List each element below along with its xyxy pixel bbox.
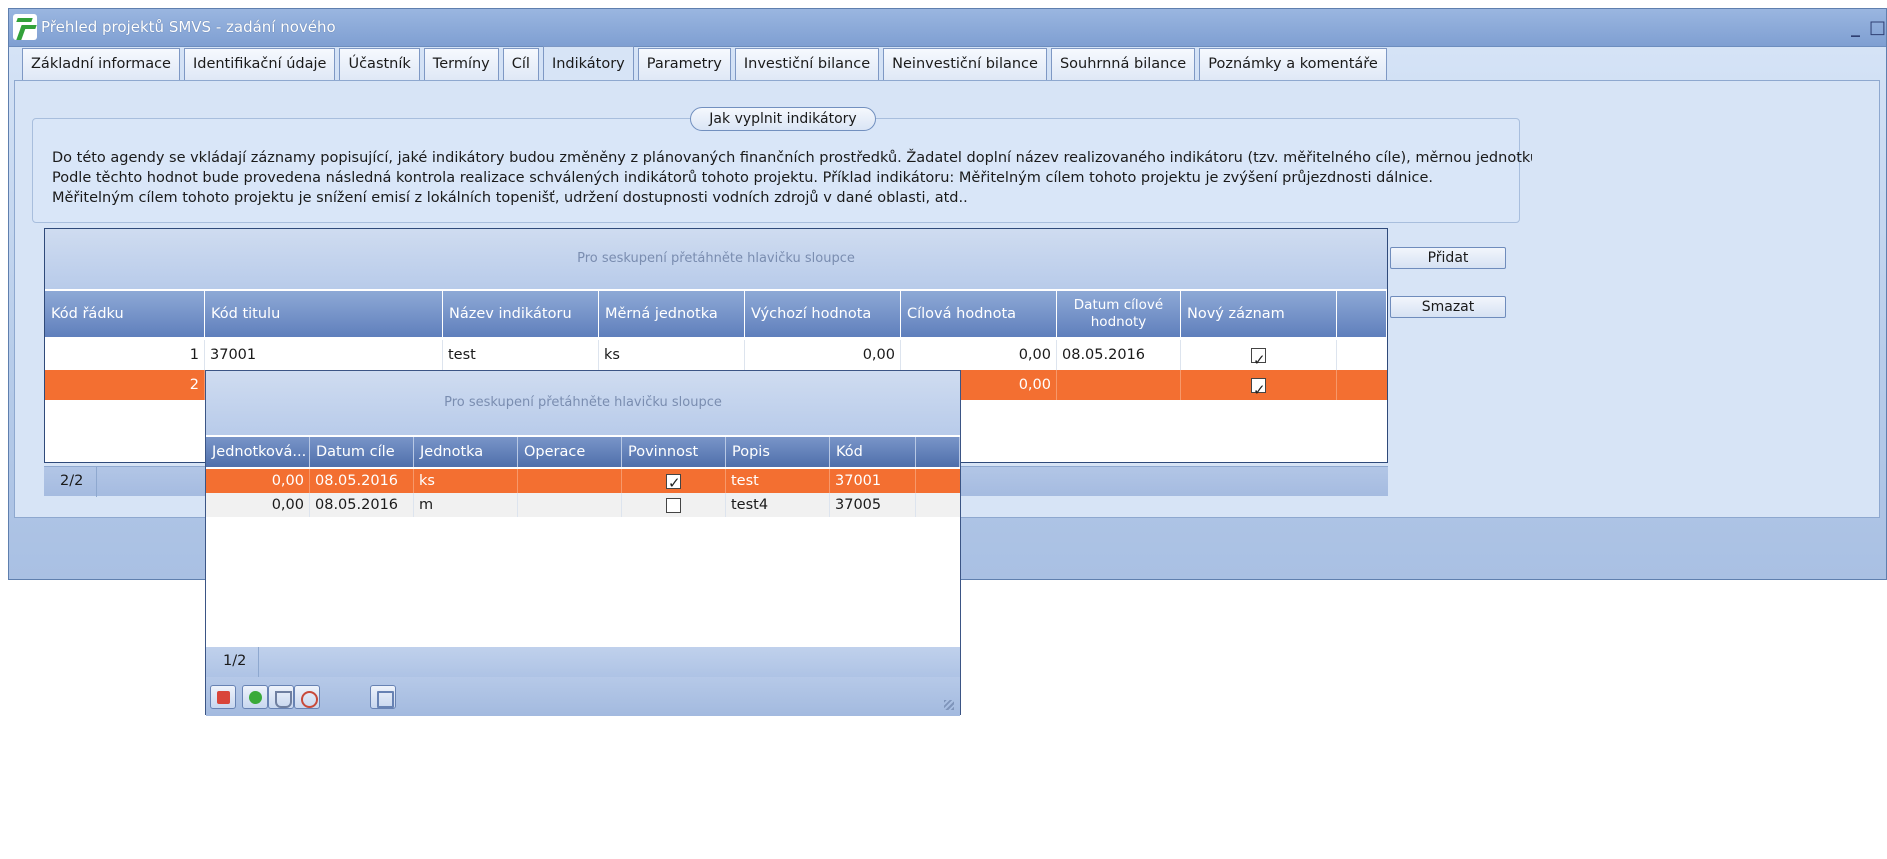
popup-grid-header: Jednotková... Datum cíle Jednotka Operac…: [206, 437, 960, 467]
col-kod-titulu[interactable]: Kód titulu: [205, 291, 443, 337]
group-panel[interactable]: Pro seskupení přetáhněte hlavičku sloupc…: [45, 229, 1387, 289]
delete-button[interactable]: Smazat: [1390, 296, 1506, 318]
refresh-icon[interactable]: [242, 685, 268, 709]
window-title: Přehled projektů SMVS - zadání nového: [41, 18, 336, 36]
cell-datum: 08.05.2016: [1057, 340, 1181, 370]
maximize-button[interactable]: □: [1869, 17, 1886, 38]
add-button[interactable]: Přidat: [1390, 247, 1506, 269]
popup-pager-divider: [258, 647, 259, 677]
cell-jednotkova: 0,00: [206, 493, 310, 517]
tab-terminy[interactable]: Termíny: [423, 48, 499, 80]
tab-neinvesticni-bilance[interactable]: Neinvestiční bilance: [883, 48, 1047, 80]
minimize-button[interactable]: _: [1851, 17, 1860, 38]
cell-novy: [1181, 370, 1337, 400]
table-row[interactable]: 1 37001 test ks 0,00 0,00 08.05.2016: [45, 340, 1387, 370]
tab-ucastnik[interactable]: Účastník: [339, 48, 420, 80]
col-jednotka[interactable]: Jednotka: [414, 437, 518, 467]
col-operace[interactable]: Operace: [518, 437, 622, 467]
col-datum-cile[interactable]: Datum cíle: [310, 437, 414, 467]
cell-povinnost: [622, 469, 726, 493]
popup-row[interactable]: 0,00 08.05.2016 m test4 37005: [206, 493, 960, 517]
col-novy-zaznam[interactable]: Nový záznam: [1181, 291, 1337, 337]
title-bar: Přehled projektů SMVS - zadání nového _ …: [9, 9, 1886, 47]
cell-kod: 37001: [830, 469, 916, 493]
tab-poznamky-a-komentare[interactable]: Poznámky a komentáře: [1199, 48, 1387, 80]
filter-icon[interactable]: [268, 685, 294, 709]
col-spacer: [916, 437, 960, 467]
cell-nazev: test: [443, 340, 599, 370]
cell-kod-radku: 2: [45, 370, 205, 400]
tab-zakladni-informace[interactable]: Základní informace: [22, 48, 180, 80]
col-popis[interactable]: Popis: [726, 437, 830, 467]
tab-investicni-bilance[interactable]: Investiční bilance: [734, 48, 880, 80]
clear-filter-icon[interactable]: [294, 685, 320, 709]
cell-popis: test: [726, 469, 830, 493]
novy-zaznam-checkbox[interactable]: [1251, 375, 1266, 400]
tab-bar: Základní informace Identifikační údaje Ú…: [22, 46, 1391, 80]
pager-divider: [96, 467, 97, 497]
info-text: Do této agendy se vkládají záznamy popis…: [52, 148, 1532, 208]
tab-parametry[interactable]: Parametry: [637, 48, 731, 80]
cell-jednotka: m: [414, 493, 518, 517]
cell-kod: 37005: [830, 493, 916, 517]
cell-jednotka: ks: [599, 340, 745, 370]
popup-group-panel[interactable]: Pro seskupení přetáhněte hlavičku sloupc…: [206, 371, 960, 435]
tab-cil[interactable]: Cíl: [502, 48, 539, 80]
povinnost-checkbox[interactable]: [666, 471, 681, 493]
popup-pager-text: 1/2: [223, 653, 247, 669]
col-vychozi-hodnota[interactable]: Výchozí hodnota: [745, 291, 901, 337]
lookup-popup: Pro seskupení přetáhněte hlavičku sloupc…: [205, 370, 961, 716]
cell-jednotka: ks: [414, 469, 518, 493]
col-datum-cilove-hodnoty[interactable]: Datum cílové hodnoty: [1057, 291, 1181, 337]
popup-row-selected[interactable]: 0,00 08.05.2016 ks test 37001: [206, 469, 960, 493]
col-povinnost[interactable]: Povinnost: [622, 437, 726, 467]
info-line-3: Měřitelným cílem tohoto projektu je sníž…: [52, 190, 968, 206]
cell-popis: test4: [726, 493, 830, 517]
cell-povinnost: [622, 493, 726, 517]
col-spacer: [1337, 291, 1387, 337]
info-line-1: Do této agendy se vkládají záznamy popis…: [52, 150, 1532, 166]
how-to-fill-button[interactable]: Jak vyplnit indikátory: [690, 107, 876, 131]
cell-datum-cile: 08.05.2016: [310, 493, 414, 517]
tab-identifikacni-udaje[interactable]: Identifikační údaje: [183, 48, 336, 80]
col-nazev-indikatoru[interactable]: Název indikátoru: [443, 291, 599, 337]
columns-icon[interactable]: [370, 685, 396, 709]
cell-vychozi: 0,00: [745, 340, 901, 370]
delete-icon[interactable]: [210, 685, 236, 709]
resize-grip-icon[interactable]: [944, 700, 954, 710]
popup-pager: 1/2: [206, 647, 960, 677]
cell-datum: [1057, 370, 1181, 400]
info-line-2: Podle těchto hodnot bude provedena násle…: [52, 170, 1434, 186]
col-jednotkova[interactable]: Jednotková...: [206, 437, 310, 467]
cell-kod-radku: 1: [45, 340, 205, 370]
cell-cilova: 0,00: [901, 340, 1057, 370]
col-merna-jednotka[interactable]: Měrná jednotka: [599, 291, 745, 337]
cell-kod-titulu: 37001: [205, 340, 443, 370]
cell-jednotkova: 0,00: [206, 469, 310, 493]
grid-header: Kód řádku Kód titulu Název indikátoru Mě…: [45, 291, 1387, 337]
app-logo-icon: [13, 14, 37, 40]
cell-operace: [518, 493, 622, 517]
tab-souhrnna-bilance[interactable]: Souhrnná bilance: [1050, 48, 1196, 80]
cell-datum-cile: 08.05.2016: [310, 469, 414, 493]
cell-novy: [1181, 340, 1337, 370]
pager-text: 2/2: [60, 473, 84, 489]
novy-zaznam-checkbox[interactable]: [1251, 345, 1266, 370]
povinnost-checkbox[interactable]: [666, 497, 681, 513]
col-cilova-hodnota[interactable]: Cílová hodnota: [901, 291, 1057, 337]
tab-indikatory[interactable]: Indikátory: [542, 46, 634, 80]
cell-operace: [518, 469, 622, 493]
popup-toolbar: [206, 677, 960, 716]
col-kod[interactable]: Kód: [830, 437, 916, 467]
col-kod-radku[interactable]: Kód řádku: [45, 291, 205, 337]
